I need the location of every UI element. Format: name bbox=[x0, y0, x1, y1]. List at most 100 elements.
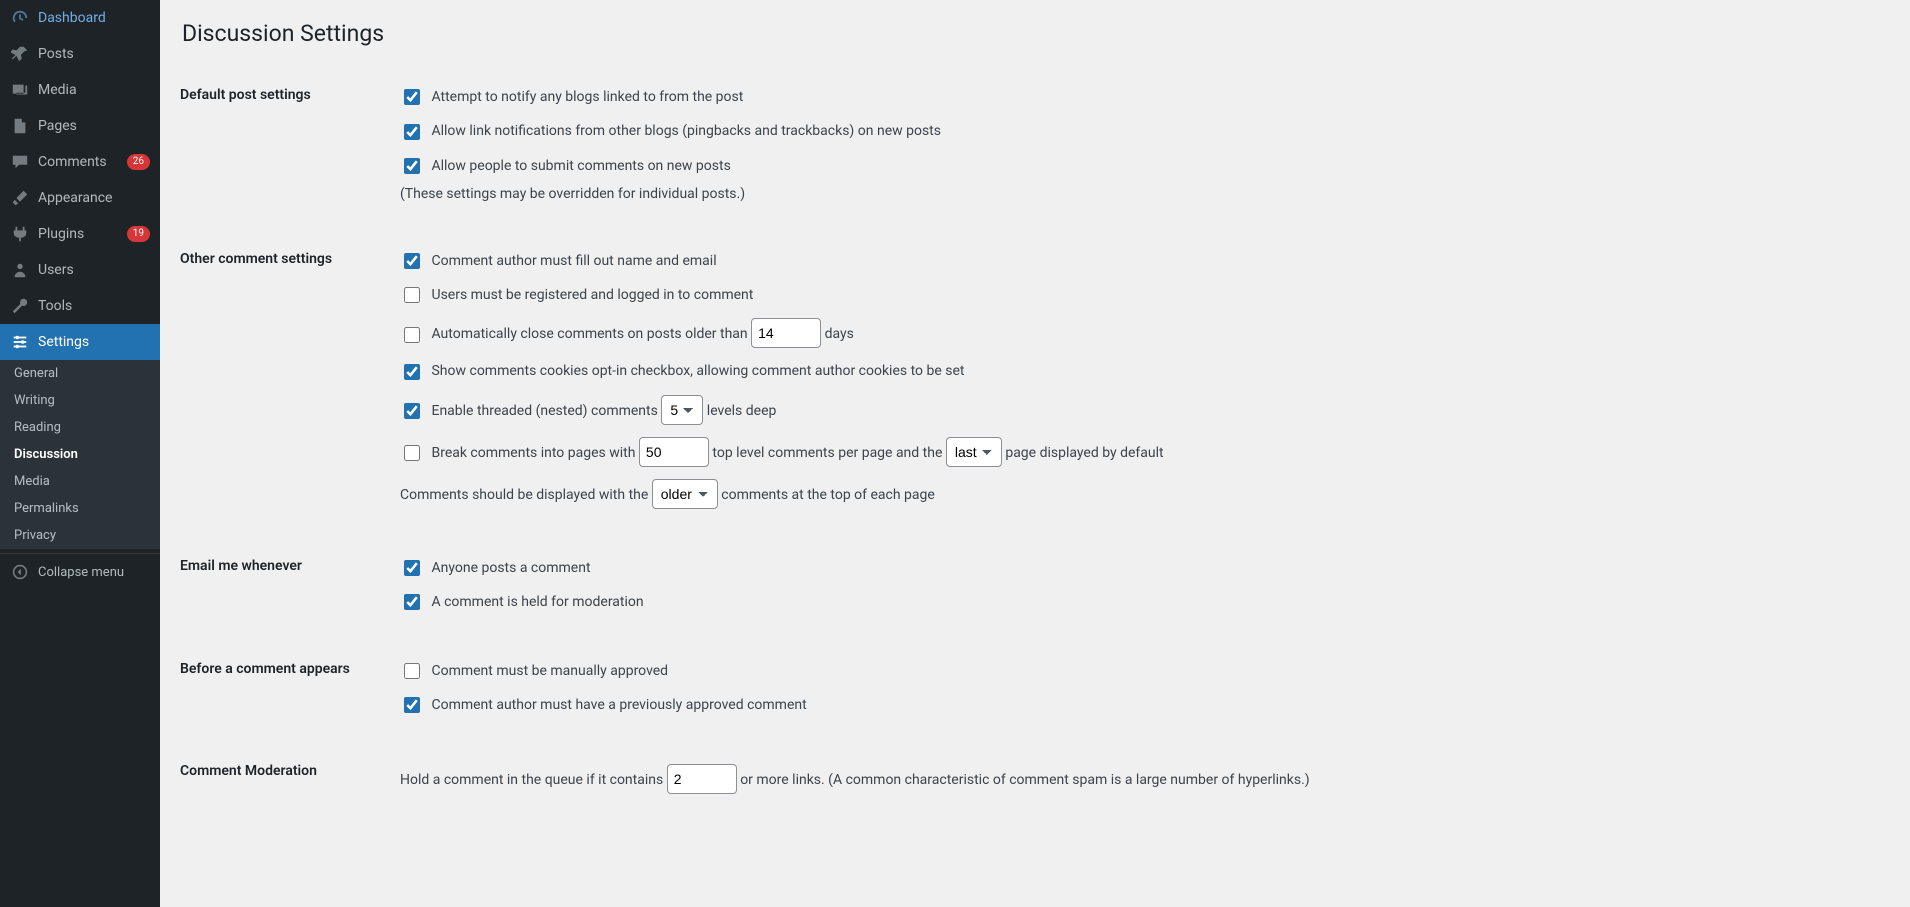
collapse-label: Collapse menu bbox=[38, 565, 124, 580]
option-allow-pingbacks[interactable]: Allow link notifications from other blog… bbox=[400, 120, 1880, 142]
option-label-post: comments at the top of each page bbox=[721, 487, 935, 503]
registered-checkbox[interactable] bbox=[404, 287, 420, 303]
settings-icon bbox=[10, 332, 30, 352]
option-notify-blogs[interactable]: Attempt to notify any blogs linked to fr… bbox=[400, 86, 1880, 108]
settings-sub-reading[interactable]: Reading bbox=[0, 414, 160, 441]
sidebar-item-pages[interactable]: Pages bbox=[0, 108, 160, 144]
option-label-post: levels deep bbox=[707, 403, 777, 419]
settings-sub-general[interactable]: General bbox=[0, 360, 160, 387]
sidebar-item-label: Posts bbox=[38, 46, 150, 62]
pages-icon bbox=[10, 116, 30, 136]
option-prev-approved[interactable]: Comment author must have a previously ap… bbox=[400, 694, 1880, 716]
section-heading-default-post: Default post settings bbox=[180, 67, 390, 231]
option-label-pre: Enable threaded (nested) comments bbox=[431, 403, 661, 419]
option-label-post: or more links. (A common characteristic … bbox=[740, 772, 1309, 788]
option-author-fill[interactable]: Comment author must fill out name and em… bbox=[400, 250, 1880, 272]
autoclose-days-input[interactable] bbox=[751, 318, 821, 348]
option-label: Comment author must fill out name and em… bbox=[431, 253, 716, 269]
email-anyone-checkbox[interactable] bbox=[404, 560, 420, 576]
settings-sub-writing[interactable]: Writing bbox=[0, 387, 160, 414]
comments-count-badge: 26 bbox=[127, 154, 150, 170]
option-label: Comment author must have a previously ap… bbox=[431, 697, 806, 713]
autoclose-checkbox[interactable] bbox=[404, 327, 420, 343]
option-label-mid2: page displayed by default bbox=[1005, 445, 1163, 461]
section-heading-other: Other comment settings bbox=[180, 231, 390, 538]
option-break-pages[interactable]: Break comments into pages with top level… bbox=[400, 437, 1880, 467]
media-icon bbox=[10, 80, 30, 100]
default-post-hint: (These settings may be overridden for in… bbox=[400, 183, 1880, 205]
option-label-pre: Comments should be displayed with the bbox=[400, 487, 652, 503]
comments-icon bbox=[10, 152, 30, 172]
option-email-anyone[interactable]: Anyone posts a comment bbox=[400, 557, 1880, 579]
page-title: Discussion Settings bbox=[182, 20, 1890, 47]
notify-blogs-checkbox[interactable] bbox=[404, 89, 420, 105]
comments-order-select[interactable]: older bbox=[652, 479, 718, 509]
option-label-pre: Hold a comment in the queue if it contai… bbox=[400, 772, 667, 788]
collapse-icon bbox=[10, 562, 30, 582]
option-cookies-optin[interactable]: Show comments cookies opt-in checkbox, a… bbox=[400, 360, 1880, 382]
sidebar-item-settings[interactable]: Settings bbox=[0, 324, 160, 360]
allow-comments-checkbox[interactable] bbox=[404, 158, 420, 174]
email-held-checkbox[interactable] bbox=[404, 594, 420, 610]
sidebar-item-comments[interactable]: Comments 26 bbox=[0, 144, 160, 180]
comments-order-row: Comments should be displayed with the ol… bbox=[400, 479, 1880, 509]
sidebar-item-media[interactable]: Media bbox=[0, 72, 160, 108]
sidebar-item-label: Plugins bbox=[38, 226, 119, 242]
plugin-icon bbox=[10, 224, 30, 244]
option-registered[interactable]: Users must be registered and logged in t… bbox=[400, 284, 1880, 306]
sidebar-item-label: Pages bbox=[38, 118, 150, 134]
settings-sub-privacy[interactable]: Privacy bbox=[0, 522, 160, 549]
author-fill-checkbox[interactable] bbox=[404, 253, 420, 269]
main-content: Discussion Settings Default post setting… bbox=[160, 0, 1910, 907]
threaded-checkbox[interactable] bbox=[404, 403, 420, 419]
option-autoclose[interactable]: Automatically close comments on posts ol… bbox=[400, 318, 1880, 348]
option-label: Users must be registered and logged in t… bbox=[431, 287, 753, 303]
prev-approved-checkbox[interactable] bbox=[404, 697, 420, 713]
sidebar-item-users[interactable]: Users bbox=[0, 252, 160, 288]
admin-sidebar: Dashboard Posts Media Pages Comments bbox=[0, 0, 160, 907]
sidebar-item-label: Appearance bbox=[38, 190, 150, 206]
option-label: Allow people to submit comments on new p… bbox=[431, 158, 730, 174]
option-allow-comments[interactable]: Allow people to submit comments on new p… bbox=[400, 155, 1880, 177]
option-label-mid1: top level comments per page and the bbox=[712, 445, 945, 461]
option-label-pre: Automatically close comments on posts ol… bbox=[431, 326, 751, 342]
sidebar-item-posts[interactable]: Posts bbox=[0, 36, 160, 72]
option-label-pre: Break comments into pages with bbox=[431, 445, 638, 461]
option-label: Anyone posts a comment bbox=[431, 560, 590, 576]
sidebar-item-dashboard[interactable]: Dashboard bbox=[0, 0, 160, 36]
sidebar-item-label: Settings bbox=[38, 334, 150, 350]
section-heading-before: Before a comment appears bbox=[180, 641, 390, 744]
manual-approve-checkbox[interactable] bbox=[404, 663, 420, 679]
break-pages-count-input[interactable] bbox=[639, 437, 709, 467]
settings-sub-discussion[interactable]: Discussion bbox=[0, 441, 160, 468]
dashboard-icon bbox=[10, 8, 30, 28]
sidebar-item-tools[interactable]: Tools bbox=[0, 288, 160, 324]
section-heading-moderation: Comment Moderation bbox=[180, 743, 390, 823]
section-heading-email: Email me whenever bbox=[180, 538, 390, 641]
cookies-optin-checkbox[interactable] bbox=[404, 364, 420, 380]
option-manual-approve[interactable]: Comment must be manually approved bbox=[400, 660, 1880, 682]
settings-sub-permalinks[interactable]: Permalinks bbox=[0, 495, 160, 522]
allow-pingbacks-checkbox[interactable] bbox=[404, 124, 420, 140]
option-threaded[interactable]: Enable threaded (nested) comments 5 leve… bbox=[400, 395, 1880, 425]
option-email-held[interactable]: A comment is held for moderation bbox=[400, 591, 1880, 613]
break-pages-checkbox[interactable] bbox=[404, 445, 420, 461]
pin-icon bbox=[10, 44, 30, 64]
sidebar-item-label: Media bbox=[38, 82, 150, 98]
collapse-menu-button[interactable]: Collapse menu bbox=[0, 553, 160, 590]
option-label: A comment is held for moderation bbox=[431, 594, 643, 610]
moderation-links-input[interactable] bbox=[667, 764, 737, 794]
option-label: Attempt to notify any blogs linked to fr… bbox=[431, 89, 743, 105]
option-label: Allow link notifications from other blog… bbox=[431, 123, 941, 139]
sidebar-item-appearance[interactable]: Appearance bbox=[0, 180, 160, 216]
option-label: Show comments cookies opt-in checkbox, a… bbox=[431, 363, 964, 379]
sidebar-item-label: Dashboard bbox=[38, 10, 150, 26]
sidebar-item-label: Comments bbox=[38, 154, 119, 170]
plugins-count-badge: 19 bbox=[127, 226, 150, 242]
threaded-levels-select[interactable]: 5 bbox=[661, 395, 703, 425]
sidebar-item-plugins[interactable]: Plugins 19 bbox=[0, 216, 160, 252]
settings-sub-media[interactable]: Media bbox=[0, 468, 160, 495]
break-pages-default-select[interactable]: last bbox=[946, 437, 1002, 467]
sidebar-item-label: Users bbox=[38, 262, 150, 278]
users-icon bbox=[10, 260, 30, 280]
